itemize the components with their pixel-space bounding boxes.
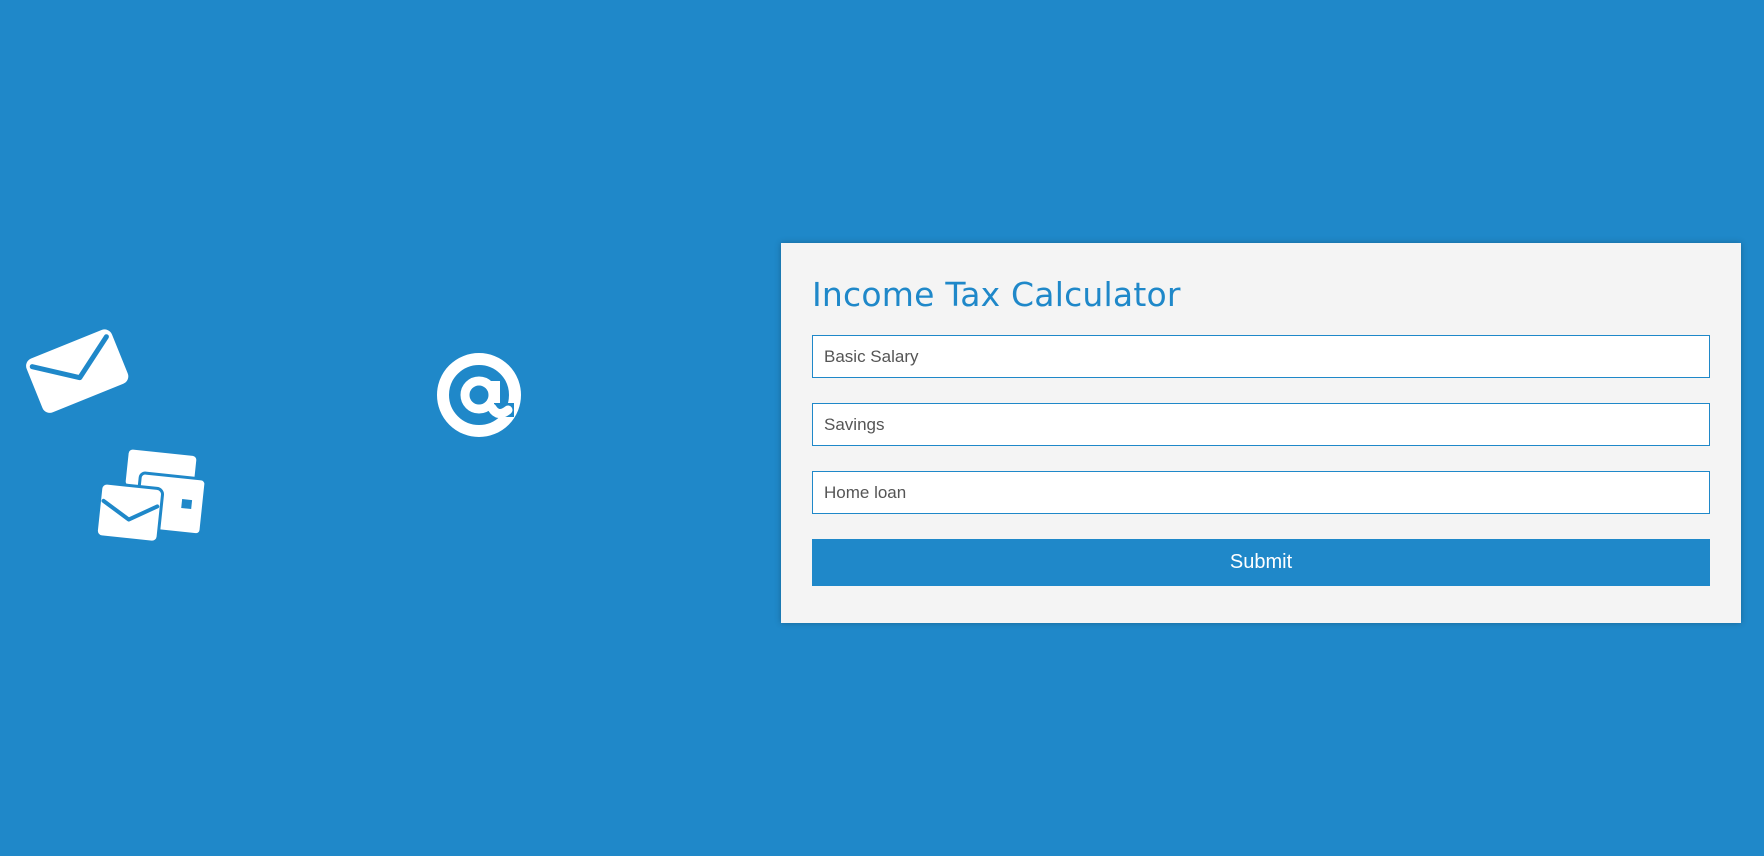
- basic-salary-input[interactable]: [812, 335, 1710, 378]
- form-title: Income Tax Calculator: [812, 275, 1181, 314]
- savings-input[interactable]: [812, 403, 1710, 446]
- submit-button[interactable]: Submit: [812, 539, 1710, 586]
- at-sign-icon: [437, 353, 521, 437]
- tax-calculator-card: Income Tax Calculator Submit: [781, 243, 1741, 623]
- envelope-icon: [26, 329, 129, 413]
- page: Income Tax Calculator Submit: [0, 0, 1764, 856]
- home-loan-input[interactable]: [812, 471, 1710, 514]
- stacked-envelopes-icon: [94, 449, 208, 544]
